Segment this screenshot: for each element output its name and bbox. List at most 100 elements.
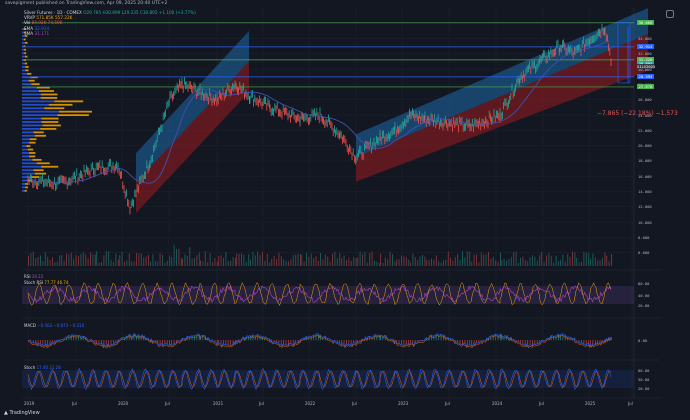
volume-bar	[366, 262, 368, 266]
rsi-tick-2: 20.00	[638, 302, 650, 308]
volume-bar	[254, 255, 256, 266]
macd-histogram-bar	[227, 340, 229, 346]
volume-bar	[138, 253, 140, 266]
volume-bar	[543, 261, 545, 266]
volume-bar	[236, 253, 238, 266]
volume-bar	[292, 255, 294, 266]
volume-bar	[32, 251, 34, 266]
volume-bar	[30, 252, 32, 266]
stoch-tick-1: 50.00	[638, 376, 650, 382]
macd-histogram-bar	[194, 335, 195, 341]
volume-bar	[124, 261, 125, 266]
volume-bar	[428, 260, 430, 266]
macd-histogram-bar	[408, 340, 410, 345]
vrvp-bar-down	[29, 152, 36, 154]
volume-bar	[61, 255, 63, 266]
price-tick-5: 26.000	[638, 97, 652, 103]
volume-bar	[364, 251, 366, 266]
volume-bar	[604, 252, 606, 266]
volume-bar	[315, 256, 317, 266]
chart-settings-icon[interactable]	[666, 10, 674, 18]
volume-bar	[245, 261, 247, 266]
volume-bar	[438, 261, 440, 266]
volume-bar	[485, 254, 487, 266]
volume-bar	[362, 254, 363, 266]
rsi-values: 39.22	[31, 274, 44, 279]
volume-bar	[223, 257, 224, 266]
macd-histogram-bar	[471, 340, 473, 347]
volume-bar	[560, 259, 561, 266]
macd-histogram-bar	[259, 336, 261, 341]
volume-bar	[164, 262, 166, 266]
volume-bar	[546, 255, 547, 266]
macd-histogram-bar	[529, 340, 531, 346]
macd-histogram-bar	[524, 340, 526, 345]
volume-bar	[353, 257, 355, 266]
time-tick-10: 2024	[492, 401, 503, 406]
volume-bar	[452, 260, 454, 266]
volume-bar	[320, 252, 321, 266]
volume-bar	[216, 261, 218, 266]
volume-bar	[408, 259, 410, 266]
vrvp-bar-down	[29, 138, 37, 141]
vrvp-bar-up	[22, 93, 41, 96]
volume-bar	[173, 245, 175, 266]
rsi-legend: RSI 39.22	[24, 274, 43, 279]
volume-bar	[189, 247, 191, 266]
volume-bar	[435, 255, 437, 266]
volume-bar	[150, 261, 151, 266]
volume-bar	[300, 254, 301, 266]
time-tick-12: 2025	[585, 401, 596, 406]
volume-bar	[73, 258, 75, 266]
ohlc-values: O29.785 H30.899 L29.235 C30.805 +1.100 (…	[83, 10, 196, 15]
volume-bar	[306, 252, 307, 266]
volume-bar	[336, 258, 338, 266]
time-tick-6: 2022	[305, 401, 316, 406]
macd-histogram-bar	[550, 335, 552, 341]
volume-bar	[35, 258, 37, 266]
macd-histogram-bar	[378, 335, 380, 341]
vrvp-bar-down	[24, 48, 27, 51]
volume-bar	[387, 259, 389, 266]
volume-bar	[414, 257, 416, 266]
volume-bar	[264, 260, 266, 266]
volume-bar	[68, 254, 70, 266]
rsi-tick-1: 40.00	[638, 292, 650, 298]
price-tag-1: 32.914	[637, 44, 654, 50]
volume-bar	[162, 254, 163, 266]
volume-bar	[581, 261, 582, 266]
stoch-label: Stoch	[24, 365, 36, 370]
volume-bar	[508, 259, 510, 266]
volume-bar	[105, 251, 107, 266]
vrvp-bar-up	[22, 162, 37, 165]
volume-bar	[166, 260, 168, 266]
macd-histogram-bar	[82, 336, 84, 341]
volume-bar	[176, 249, 177, 266]
volume-bar	[324, 254, 326, 266]
volume-bar	[214, 257, 216, 266]
volume-bar	[63, 260, 65, 266]
macd-histogram-bar	[254, 335, 256, 341]
volume-bar	[599, 260, 601, 266]
volume-bar	[49, 260, 51, 266]
volume-bar	[495, 260, 497, 266]
volume-bar	[243, 254, 245, 266]
volume-bar	[238, 253, 240, 266]
volume-bar	[490, 258, 492, 266]
price-tick-8: 20.000	[638, 143, 652, 149]
tv-logo-icon: ▲	[4, 410, 8, 416]
macd-histogram-bar	[42, 340, 44, 345]
vrvp-bar-up	[22, 131, 34, 134]
volume-bar	[355, 258, 357, 266]
volume-bar	[308, 256, 310, 266]
volume-bar	[553, 262, 555, 266]
macd-histogram-bar	[257, 334, 259, 341]
volume-bar	[350, 260, 352, 266]
volume-bar	[471, 261, 473, 266]
macd-histogram-bar	[380, 335, 381, 341]
volume-bar	[87, 258, 89, 266]
volume-bar	[382, 262, 384, 266]
volume-bar	[357, 257, 359, 266]
chart-canvas[interactable]	[0, 0, 690, 420]
price-tick-9: 18.000	[638, 158, 652, 164]
